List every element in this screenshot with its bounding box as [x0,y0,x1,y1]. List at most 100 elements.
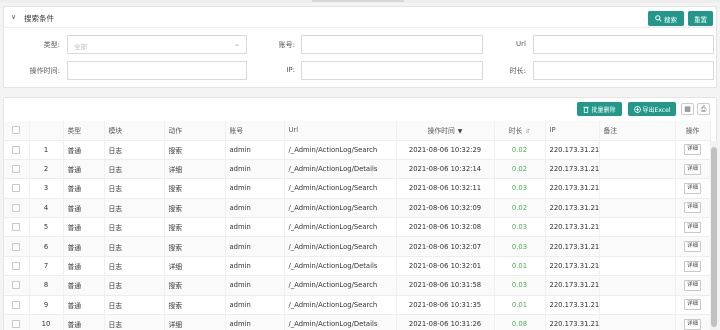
cell-ip: 220.173.31.211 [545,178,600,199]
table-row[interactable]: 5 普通 日志 搜索 admin/_Admin/ActionLog/Search 2021… [4,217,711,238]
row-checkbox-cell[interactable] [4,217,30,238]
row-checkbox[interactable] [12,184,21,193]
cell-url: /_Admin/ActionLog/Details [284,256,397,277]
header-operation: 操作 [675,121,711,141]
cell-module: 日志 [104,159,165,180]
cell-operation: 详细 [675,159,711,180]
sort-desc-icon[interactable]: ▼ [458,128,463,135]
detail-button[interactable]: 详细 [683,202,701,214]
table-row[interactable]: 8 普通 日志 搜索 admin/_Admin/ActionLog/Search 2021… [4,275,711,296]
header-duration[interactable]: 时长 ⇵ [494,121,546,141]
row-checkbox-cell[interactable] [4,236,30,257]
row-checkbox-cell[interactable] [4,159,30,180]
row-checkbox-cell[interactable] [4,295,30,316]
cell-module: 日志 [104,198,165,219]
optime-field[interactable] [67,61,247,80]
detail-button[interactable]: 详细 [683,182,701,194]
chevron-down-icon: ⌄ [234,40,240,48]
cell-type: 普通 [63,236,105,257]
header-ip: IP [545,121,600,141]
cell-type: 普通 [63,140,105,160]
cell-url: /_Admin/ActionLog/Details [284,159,397,180]
reset-button[interactable]: 重置 [688,11,713,26]
cell-time: 2021-08-06 10:31:35 [396,295,495,316]
cell-ip: 220.173.31.211 [545,159,600,180]
table-row[interactable]: 3 普通 日志 搜索 admin/_Admin/ActionLog/Search 2021… [4,178,711,199]
type-select[interactable]: 全部 ⌄ [67,35,247,54]
vertical-scrollbar[interactable] [710,141,718,330]
detail-button[interactable]: 详细 [683,279,701,291]
reset-button-label: 重置 [694,15,707,24]
row-index: 4 [29,198,64,219]
row-checkbox[interactable] [12,300,21,309]
cell-ip: 220.173.31.211 [545,256,600,277]
cell-duration: 0.02 [494,140,546,160]
row-checkbox[interactable] [12,165,21,174]
row-checkbox-cell[interactable] [4,314,30,330]
detail-button[interactable]: 详细 [683,144,701,156]
cell-remark [599,275,676,296]
batch-delete-button[interactable]: 批量删除 [577,102,622,116]
cell-account: admin [225,140,285,160]
row-checkbox[interactable] [12,281,21,290]
columns-icon[interactable]: ▦ [681,103,694,115]
url-field[interactable] [533,35,714,54]
cell-remark [599,236,676,257]
account-label: 账号: [278,41,295,49]
table-toolbar: 批量删除 导出Excel ▦ ⎙ [4,98,716,121]
cell-ip: 220.173.31.211 [545,314,600,330]
account-field[interactable] [301,35,483,54]
duration-field[interactable] [533,61,714,80]
sort-icon[interactable]: ⇵ [525,128,530,135]
row-index: 10 [29,314,64,330]
cell-type: 普通 [63,198,105,219]
row-checkbox-cell[interactable] [4,256,30,277]
print-icon[interactable]: ⎙ [697,103,710,115]
table-row[interactable]: 9 普通 日志 搜索 admin/_Admin/ActionLog/Search 2021… [4,295,711,316]
cell-type: 普通 [63,275,105,296]
detail-button[interactable]: 详细 [683,299,701,311]
row-checkbox-cell[interactable] [4,178,30,199]
table-row[interactable]: 1 普通 日志 搜索 admin/_Admin/ActionLog/Search 2021… [4,140,711,160]
table-row[interactable]: 7 普通 日志 详细 admin/_Admin/ActionLog/Details 202… [4,256,711,277]
cell-url: /_Admin/ActionLog/Search [284,236,397,257]
row-checkbox[interactable] [12,320,21,329]
header-action: 动作 [164,121,226,141]
table-row[interactable]: 6 普通 日志 搜索 admin/_Admin/ActionLog/Search 2021… [4,236,711,257]
detail-button[interactable]: 详细 [683,241,701,253]
select-all-checkbox[interactable] [4,121,30,141]
cell-module: 日志 [104,236,165,257]
cell-module: 日志 [104,178,165,199]
cell-ip: 220.173.31.211 [545,217,600,238]
detail-button[interactable]: 详细 [683,260,701,272]
row-checkbox-cell[interactable] [4,140,30,160]
row-checkbox[interactable] [12,223,21,232]
table-row[interactable]: 2 普通 日志 详细 admin/_Admin/ActionLog/Details 202… [4,159,711,180]
cell-module: 日志 [104,256,165,277]
chevron-down-icon[interactable]: ∨ [11,13,16,21]
search-button[interactable]: 搜索 [648,11,684,26]
search-panel-header[interactable]: ∨ 搜索条件 搜索 重置 [4,7,716,28]
row-checkbox-cell[interactable] [4,275,30,296]
cell-remark [599,217,676,238]
ip-field[interactable] [301,61,483,80]
scrollbar-thumb[interactable] [711,147,717,327]
row-checkbox[interactable] [12,242,21,251]
row-checkbox[interactable] [12,145,21,154]
export-excel-button[interactable]: 导出Excel [628,102,676,116]
checkbox[interactable] [12,126,21,135]
cell-url: /_Admin/ActionLog/Search [284,295,397,316]
cell-time: 2021-08-06 10:32:01 [396,256,495,277]
row-checkbox[interactable] [12,203,21,212]
table-row[interactable]: 4 普通 日志 搜索 admin/_Admin/ActionLog/Search 2021… [4,198,711,219]
row-checkbox[interactable] [12,262,21,271]
detail-button[interactable]: 详细 [683,318,701,330]
cell-remark [599,198,676,219]
detail-button[interactable]: 详细 [683,163,701,175]
cell-account: admin [225,314,285,330]
header-time[interactable]: 操作时间 ▼ [396,121,495,141]
table-row[interactable]: 10 普通 日志 详细 admin/_Admin/ActionLog/Details 20… [4,314,711,330]
row-checkbox-cell[interactable] [4,198,30,219]
detail-button[interactable]: 详细 [683,221,701,233]
type-label: 类型: [43,41,60,49]
